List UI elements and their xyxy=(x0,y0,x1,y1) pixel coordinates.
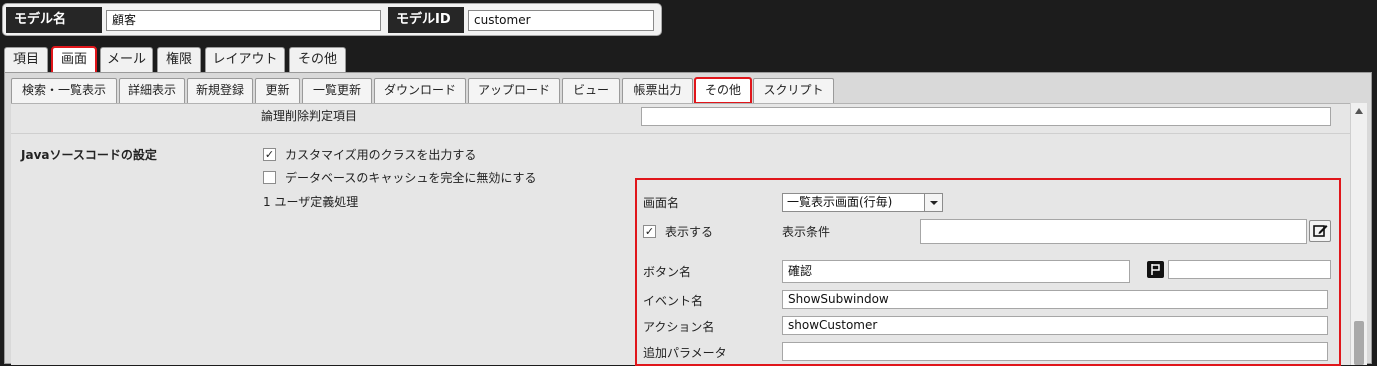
button-name-label: ボタン名 xyxy=(643,265,692,279)
subtab-download[interactable]: ダウンロード xyxy=(374,78,466,103)
flag-button[interactable] xyxy=(1147,261,1164,278)
screen-settings-panel: 検索・一覧表示 詳細表示 新規登録 更新 一覧更新 ダウンロード アップロード … xyxy=(4,72,1372,366)
user-process-label: 1 ユーザ定義処理 xyxy=(263,195,359,209)
tab-layout[interactable]: レイアウト xyxy=(205,47,285,73)
subtab-bulk-update[interactable]: 一覧更新 xyxy=(302,78,372,103)
tab-mail[interactable]: メール xyxy=(100,47,153,73)
extra-param-input[interactable] xyxy=(782,342,1328,361)
subtab-update[interactable]: 更新 xyxy=(255,78,300,103)
settings-content: 論理削除判定項目 Javaソースコードの設定 ✓ カスタマイズ用のクラスを出力す… xyxy=(11,103,1350,366)
disable-cache-checkbox[interactable] xyxy=(263,171,276,184)
screen-name-select[interactable]: 一覧表示画面(行毎) xyxy=(782,193,943,212)
flag-icon xyxy=(1151,264,1160,275)
logical-delete-label: 論理削除判定項目 xyxy=(261,109,358,123)
screen-name-label: 画面名 xyxy=(643,196,680,210)
subtab-search-list[interactable]: 検索・一覧表示 xyxy=(11,78,117,103)
subtab-create[interactable]: 新規登録 xyxy=(187,78,253,103)
customize-class-checkbox[interactable]: ✓ xyxy=(263,148,276,161)
button-name-extra-input[interactable] xyxy=(1168,260,1331,279)
vertical-scrollbar[interactable] xyxy=(1350,103,1367,365)
model-id-input[interactable]: customer xyxy=(468,10,654,31)
model-id-label: モデルID xyxy=(388,7,464,33)
extra-param-label: 追加パラメータ xyxy=(643,346,727,360)
subtab-report[interactable]: 帳票出力 xyxy=(622,78,693,103)
java-section-label: Javaソースコードの設定 xyxy=(21,148,157,162)
action-name-label: アクション名 xyxy=(643,320,715,334)
tab-permission[interactable]: 権限 xyxy=(157,47,201,73)
display-condition-input[interactable] xyxy=(920,219,1307,244)
divider xyxy=(11,133,1350,134)
button-name-input[interactable]: 確認 xyxy=(782,260,1130,283)
action-name-input[interactable]: showCustomer xyxy=(782,316,1328,335)
user-process-detail: 画面名 一覧表示画面(行毎) ✓ 表示する 表示条件 ボタン名 確認 イベント名… xyxy=(635,178,1341,366)
subtab-view[interactable]: ビュー xyxy=(562,78,620,103)
display-checkbox[interactable]: ✓ xyxy=(643,225,656,238)
edit-icon xyxy=(1313,225,1328,237)
tab-screen[interactable]: 画面 xyxy=(51,46,97,74)
display-condition-label: 表示条件 xyxy=(782,225,831,239)
subtab-script[interactable]: スクリプト xyxy=(753,78,834,103)
model-name-label: モデル名 xyxy=(6,7,102,33)
logical-delete-input[interactable] xyxy=(641,107,1331,126)
customize-class-label: カスタマイズ用のクラスを出力する xyxy=(285,148,477,162)
event-name-label: イベント名 xyxy=(643,294,704,308)
tab-items[interactable]: 項目 xyxy=(4,47,48,73)
subtab-upload[interactable]: アップロード xyxy=(468,78,560,103)
chevron-down-icon[interactable] xyxy=(924,194,942,211)
subtab-other[interactable]: その他 xyxy=(694,77,752,104)
model-name-input[interactable]: 顧客 xyxy=(106,10,381,31)
subtab-detail[interactable]: 詳細表示 xyxy=(119,78,185,103)
model-header: モデル名 顧客 モデルID customer xyxy=(2,3,662,36)
display-label: 表示する xyxy=(665,225,714,239)
scroll-up-arrow-icon[interactable] xyxy=(1355,108,1363,114)
edit-condition-button[interactable] xyxy=(1309,220,1331,242)
disable-cache-label: データベースのキャッシュを完全に無効にする xyxy=(285,171,537,185)
scroll-thumb[interactable] xyxy=(1354,321,1364,365)
screen-name-value: 一覧表示画面(行毎) xyxy=(787,195,893,209)
tab-other[interactable]: その他 xyxy=(289,47,346,73)
event-name-input[interactable]: ShowSubwindow xyxy=(782,290,1328,309)
